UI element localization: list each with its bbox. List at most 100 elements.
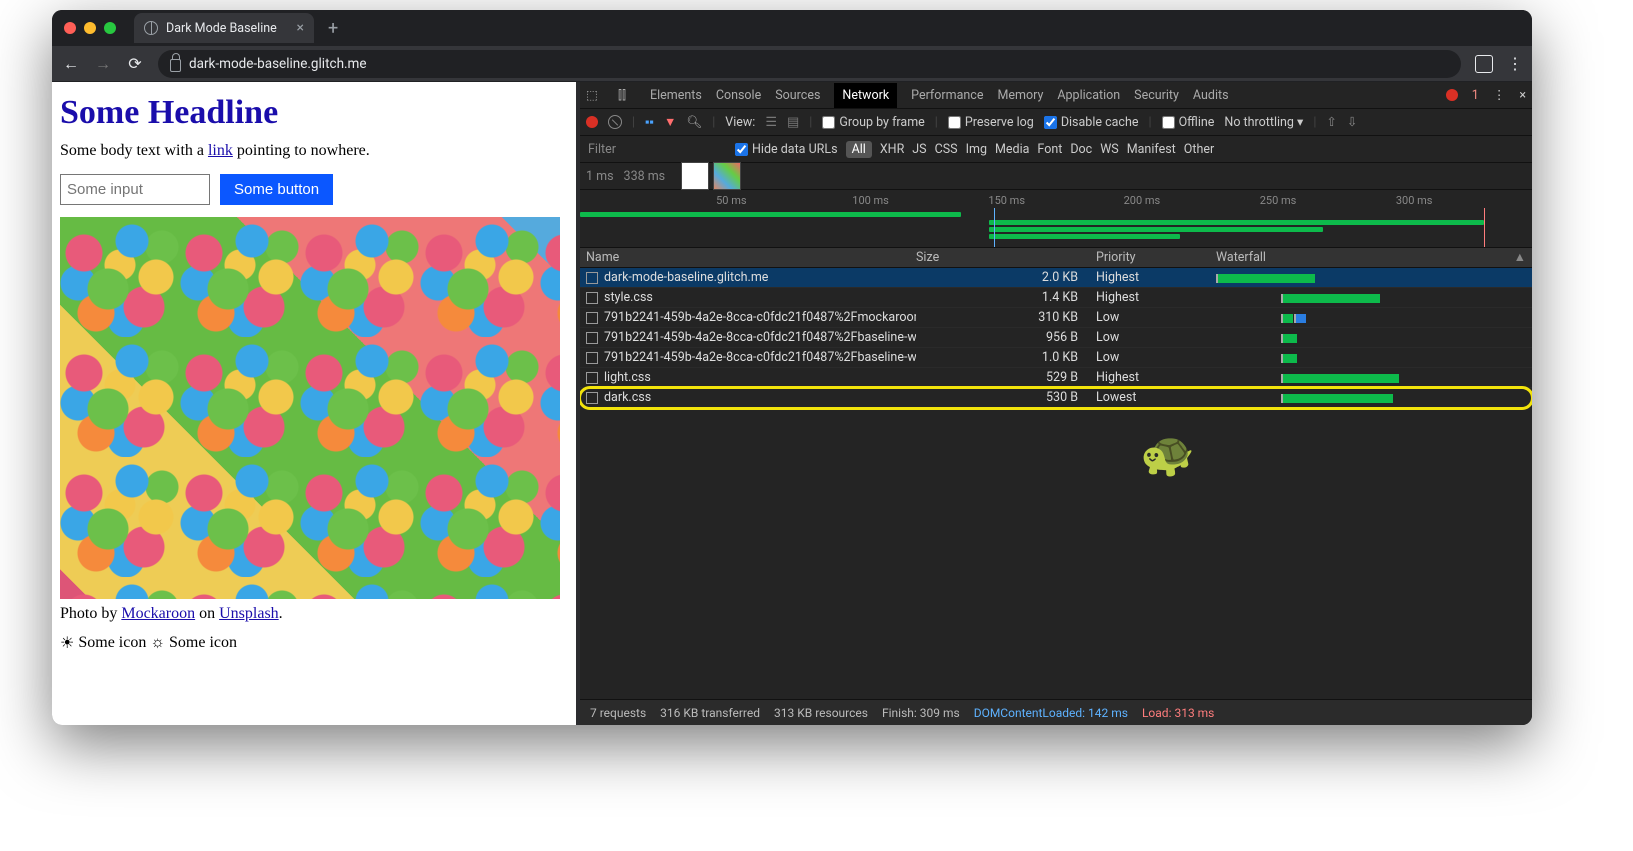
filter-type-js[interactable]: JS <box>912 142 926 157</box>
tab-elements[interactable]: Elements <box>650 88 702 103</box>
tab-network[interactable]: Network <box>834 83 897 108</box>
filmstrip-frame[interactable] <box>713 162 741 190</box>
filter-type-xhr[interactable]: XHR <box>880 142 904 157</box>
browser-tab[interactable]: Dark Mode Baseline × <box>134 13 314 43</box>
tab-console[interactable]: Console <box>716 88 761 103</box>
back-button[interactable]: ← <box>62 54 80 74</box>
filter-type-other[interactable]: Other <box>1184 142 1214 157</box>
address-bar[interactable]: dark-mode-baseline.glitch.me <box>158 50 1461 78</box>
devtools-close-icon[interactable]: × <box>1519 88 1526 103</box>
filter-type-doc[interactable]: Doc <box>1070 142 1092 157</box>
clear-button[interactable] <box>608 115 622 129</box>
lock-icon <box>170 59 181 72</box>
table-header[interactable]: Name Size Priority Waterfall▲ <box>580 248 1532 268</box>
filter-type-manifest[interactable]: Manifest <box>1127 142 1176 157</box>
status-transferred: 316 KB transferred <box>660 706 760 720</box>
filter-type-css[interactable]: CSS <box>935 142 958 157</box>
filter-type-font[interactable]: Font <box>1037 142 1062 157</box>
image-caption: Photo by Mockaroon on Unsplash. <box>60 605 568 623</box>
credit-link-site[interactable]: Unsplash <box>219 605 279 622</box>
tab-application[interactable]: Application <box>1057 88 1120 103</box>
filter-toggle-icon[interactable]: ▼ <box>664 115 676 130</box>
browser-menu-button[interactable]: ⋮ <box>1507 54 1522 73</box>
tab-performance[interactable]: Performance <box>911 88 983 103</box>
filter-type-ws[interactable]: WS <box>1100 142 1119 157</box>
table-row[interactable]: light.css529 BHighest <box>580 368 1532 388</box>
extensions-icon[interactable] <box>1475 55 1493 73</box>
inspect-icon[interactable]: ⬚ <box>586 87 604 103</box>
search-icon[interactable]: 🔍︎ <box>686 115 702 130</box>
error-count[interactable]: 1 <box>1472 88 1479 103</box>
content-split: Some Headline Some body text with a link… <box>52 82 1532 725</box>
sample-button[interactable]: Some button <box>220 174 333 205</box>
file-icon <box>586 372 598 384</box>
throttling-select[interactable]: No throttling ▾ <box>1224 114 1303 130</box>
new-tab-button[interactable]: + <box>322 18 344 39</box>
tab-title: Dark Mode Baseline <box>166 21 277 36</box>
table-row[interactable]: 791b2241-459b-4a2e-8cca-c0fdc21f0487%2Fm… <box>580 308 1532 328</box>
devtools-menu-icon[interactable]: ⋮ <box>1493 87 1506 103</box>
screenshot-icon[interactable]: ▪▪ <box>645 115 654 130</box>
maximize-window-button[interactable] <box>104 22 116 34</box>
network-table[interactable]: Name Size Priority Waterfall▲ dark-mode-… <box>580 248 1532 699</box>
disable-cache-checkbox[interactable]: Disable cache <box>1044 115 1139 130</box>
icon-label-1: Some icon <box>78 634 146 652</box>
request-priority: Highest <box>1096 270 1216 285</box>
tab-sources[interactable]: Sources <box>775 88 820 103</box>
import-har-icon[interactable]: ⇧ <box>1326 114 1336 130</box>
offline-checkbox[interactable]: Offline <box>1162 115 1215 130</box>
filmstrip[interactable] <box>681 162 741 190</box>
filter-type-all[interactable]: All <box>846 141 872 158</box>
file-icon <box>586 392 598 404</box>
credit-link-author[interactable]: Mockaroon <box>121 605 195 622</box>
group-by-frame-checkbox[interactable]: Group by frame <box>822 115 924 130</box>
col-waterfall[interactable]: Waterfall▲ <box>1216 250 1526 265</box>
minimize-window-button[interactable] <box>84 22 96 34</box>
reload-button[interactable]: ⟳ <box>126 54 144 73</box>
record-button[interactable] <box>586 116 598 128</box>
table-row[interactable]: dark.css530 BLowest <box>580 388 1532 408</box>
icon-label-2: Some icon <box>169 634 237 652</box>
preserve-log-checkbox[interactable]: Preserve log <box>948 115 1034 130</box>
request-name: 791b2241-459b-4a2e-8cca-c0fdc21f0487%2Fm… <box>604 310 916 325</box>
request-name: style.css <box>604 290 653 305</box>
status-requests: 7 requests <box>590 706 646 720</box>
col-size[interactable]: Size <box>916 250 1096 265</box>
turtle-icon: 🐢 <box>1140 428 1195 480</box>
filter-type-img[interactable]: Img <box>966 142 987 157</box>
col-name[interactable]: Name <box>586 250 916 265</box>
filmstrip-frame[interactable] <box>681 162 709 190</box>
error-indicator-icon[interactable] <box>1446 89 1458 101</box>
sample-input[interactable] <box>60 174 210 205</box>
tab-security[interactable]: Security <box>1134 88 1179 103</box>
request-priority: Lowest <box>1096 390 1216 405</box>
close-tab-icon[interactable]: × <box>297 20 304 36</box>
request-size: 1.0 KB <box>916 350 1096 365</box>
page-headline: Some Headline <box>60 94 568 132</box>
view-list-icon[interactable]: ☰ <box>765 115 777 130</box>
waterfall-cell <box>1216 309 1526 327</box>
forward-button[interactable]: → <box>94 54 112 74</box>
rendered-page[interactable]: Some Headline Some body text with a link… <box>52 82 580 725</box>
close-window-button[interactable] <box>64 22 76 34</box>
devtools-panel: ⬚ ⫿⫿ Elements Console Sources Network Pe… <box>580 82 1532 725</box>
tab-memory[interactable]: Memory <box>997 88 1043 103</box>
overview-ruler[interactable]: 50 ms 100 ms 150 ms 200 ms 250 ms 300 ms <box>580 194 1532 248</box>
status-resources: 313 KB resources <box>774 706 868 720</box>
body-link[interactable]: link <box>208 142 233 159</box>
view-grid-icon[interactable]: ▤ <box>787 115 799 130</box>
table-row[interactable]: 791b2241-459b-4a2e-8cca-c0fdc21f0487%2Fb… <box>580 328 1532 348</box>
icon-row: ☀ Some icon ☼ Some icon <box>60 633 568 653</box>
device-toggle-icon[interactable]: ⫿⫿ <box>618 88 636 103</box>
table-row[interactable]: style.css1.4 KBHighest <box>580 288 1532 308</box>
export-har-icon[interactable]: ⇩ <box>1347 114 1357 130</box>
url-text: dark-mode-baseline.glitch.me <box>189 56 367 72</box>
col-priority[interactable]: Priority <box>1096 250 1216 265</box>
table-row[interactable]: dark-mode-baseline.glitch.me2.0 KBHighes… <box>580 268 1532 288</box>
table-row[interactable]: 791b2241-459b-4a2e-8cca-c0fdc21f0487%2Fb… <box>580 348 1532 368</box>
tab-audits[interactable]: Audits <box>1193 88 1229 103</box>
filter-input[interactable]: Filter <box>580 142 735 157</box>
hide-data-urls-checkbox[interactable]: Hide data URLs <box>735 142 838 157</box>
sun-icon: ☀ <box>60 633 74 653</box>
filter-type-media[interactable]: Media <box>995 142 1029 157</box>
